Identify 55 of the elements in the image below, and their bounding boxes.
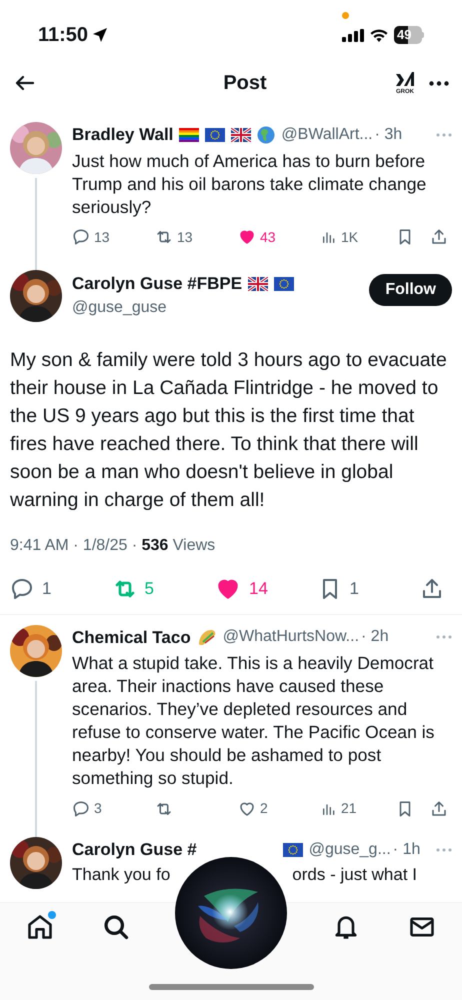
count: 1K — [341, 228, 358, 246]
count: 3 — [94, 799, 102, 818]
author-name[interactable]: Carolyn Guse #FBPE — [72, 270, 242, 296]
page-title: Post — [223, 71, 267, 96]
author-handle[interactable]: @BWallArt... — [281, 122, 373, 147]
eu-flag-icon — [274, 276, 294, 290]
author-name[interactable]: Carolyn Guse # — [72, 837, 197, 862]
post-text: ords - just what I — [292, 864, 417, 886]
signal-icon — [342, 28, 364, 42]
count: 1 — [42, 578, 52, 600]
count: 43 — [260, 228, 276, 246]
globe-icon — [257, 126, 276, 144]
count: 13 — [94, 228, 110, 246]
count: 14 — [249, 578, 268, 600]
location-arrow-icon — [92, 27, 108, 43]
count: 1 — [350, 578, 359, 600]
author-name[interactable]: Chemical Taco — [72, 624, 191, 650]
author-name[interactable]: Bradley Wall — [72, 122, 174, 148]
uk-flag-icon — [248, 276, 268, 290]
home-icon[interactable] — [26, 913, 54, 941]
author-handle[interactable]: @guse_guse — [72, 299, 167, 316]
more-icon[interactable] — [429, 80, 449, 86]
eu-flag-icon — [282, 842, 303, 857]
post-text: What a stupid take. This is a heavily Democrat area. Their inactions have caused these scenarios. They’ve depleted resources and refuse to conserve water. The Pacific Ocean is nearby! You should be ashamed to post something so stupid. — [72, 652, 436, 790]
repost-icon[interactable] — [155, 228, 173, 246]
share-icon[interactable] — [430, 800, 448, 818]
author-handle[interactable]: @WhatHurtsNow... — [222, 625, 360, 650]
heart-icon[interactable] — [238, 800, 256, 818]
count: 2 — [260, 799, 268, 818]
grok-logo-icon — [395, 71, 415, 89]
count: 5 — [144, 578, 154, 600]
count: 13 — [177, 228, 193, 246]
search-icon[interactable] — [102, 913, 130, 941]
post-text: Just how much of America has to burn before Trump and his oil barons take climate change seriously? — [72, 150, 428, 218]
rainbow-flag-icon — [179, 128, 200, 142]
heart-icon[interactable] — [238, 228, 256, 246]
reply-icon[interactable] — [10, 576, 34, 600]
follow-button[interactable]: Follow — [369, 274, 452, 306]
share-icon[interactable] — [430, 228, 448, 246]
count: 21 — [341, 799, 357, 818]
clock: 11:50 — [38, 23, 88, 48]
uk-flag-icon — [231, 128, 252, 142]
eu-flag-icon — [205, 128, 226, 142]
reply-icon[interactable] — [72, 228, 90, 246]
post-meta: 9:41 AM · 1/8/25 · 536 Views — [10, 536, 216, 556]
post-text: My son & family were told 3 hours ago to evacuate their house in La Cañada Flintridge - he moved to the US 9 years ago but this is the first time that fires have reached there. To think that there will soon be a man who doesn't believe in global warning in charge of them all! — [10, 348, 448, 512]
wifi-icon — [370, 28, 388, 42]
taco-icon — [196, 628, 217, 646]
share-icon[interactable] — [420, 576, 444, 600]
author-handle[interactable]: @guse_g... — [308, 838, 391, 862]
post-time: · 2h — [361, 627, 389, 648]
post-text: Thank you fo — [72, 864, 170, 886]
post-time: · 1h — [392, 840, 420, 860]
reply-icon[interactable] — [72, 800, 90, 818]
post-time: · 3h — [374, 124, 402, 145]
